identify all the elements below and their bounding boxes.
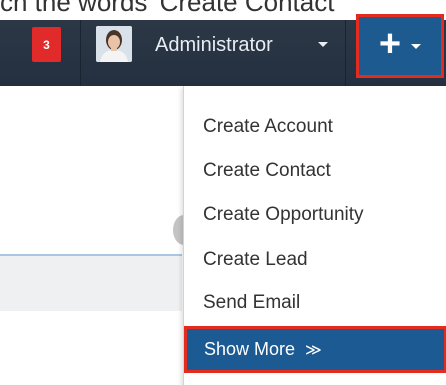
double-chevron-down-icon: ≫: [305, 341, 322, 359]
menu-item-send-email[interactable]: Send Email: [203, 292, 300, 314]
user-avatar-icon: [96, 26, 132, 62]
user-avatar[interactable]: [96, 26, 132, 62]
menu-item-create-account[interactable]: Create Account: [203, 116, 333, 138]
cropped-text: ch the words 'Create Contact': [0, 0, 340, 17]
chevron-down-icon[interactable]: [318, 42, 328, 47]
navbar-divider: [80, 20, 81, 86]
username-label[interactable]: Administrator: [155, 34, 273, 57]
menu-item-create-contact[interactable]: Create Contact: [203, 160, 331, 182]
show-more-label: Show More: [204, 339, 296, 359]
menu-item-create-lead[interactable]: Create Lead: [203, 249, 308, 271]
navbar-divider: [345, 20, 346, 86]
chevron-down-icon: [411, 43, 422, 49]
app-stage: ch the words 'Create Contact' 3 Administ…: [0, 0, 446, 385]
notification-badge[interactable]: 3: [32, 27, 61, 62]
quick-create-dropdown: Create Account Create Contact Create Opp…: [183, 86, 446, 385]
show-more-button[interactable]: Show More ≫: [184, 326, 446, 373]
page-row-band: [0, 256, 182, 311]
menu-item-create-opportunity[interactable]: Create Opportunity: [203, 204, 364, 226]
plus-icon: +: [378, 23, 402, 65]
quick-create-button[interactable]: +: [356, 14, 444, 78]
